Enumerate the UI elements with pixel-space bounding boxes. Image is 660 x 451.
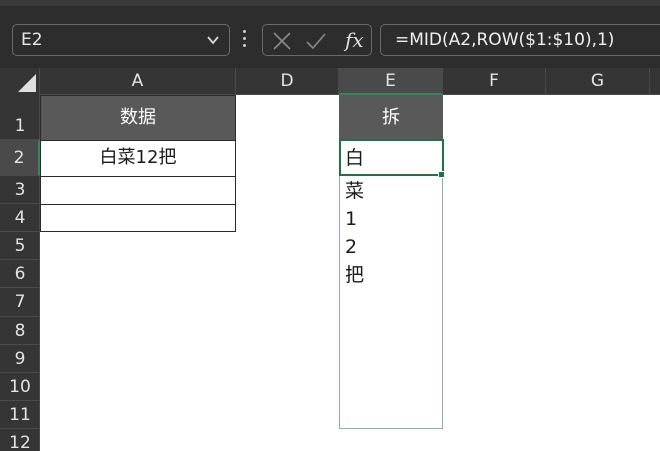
- row-header-7[interactable]: 7: [0, 288, 40, 317]
- table-divider: [40, 140, 236, 141]
- row-header-4[interactable]: 4: [0, 204, 40, 232]
- insert-function-icon[interactable]: fx: [345, 27, 364, 53]
- formula-bar: E2 fx =MID(A2,ROW($1:$10),1): [0, 0, 660, 68]
- row-header-12[interactable]: 12: [0, 429, 40, 451]
- cell-e1[interactable]: 拆: [339, 95, 443, 140]
- name-box[interactable]: E2: [12, 24, 230, 56]
- column-header-f[interactable]: F: [443, 68, 546, 95]
- formula-text: =MID(A2,ROW($1:$10),1): [395, 30, 615, 50]
- row-header-10[interactable]: 10: [0, 373, 40, 401]
- split-result-item[interactable]: 1: [345, 206, 357, 232]
- row-header-2[interactable]: 2: [0, 140, 40, 176]
- split-result-item[interactable]: 把: [345, 262, 364, 288]
- row-header-1[interactable]: 1: [0, 95, 40, 140]
- formula-input[interactable]: =MID(A2,ROW($1:$10),1): [380, 24, 660, 56]
- column-header-d[interactable]: D: [236, 68, 339, 95]
- row-header-11[interactable]: 11: [0, 401, 40, 429]
- row-header-3[interactable]: 3: [0, 176, 40, 204]
- ribbon-edge: [0, 0, 660, 6]
- active-cell-selection[interactable]: [339, 139, 444, 176]
- table-divider: [40, 204, 236, 205]
- row-header-5[interactable]: 5: [0, 232, 40, 260]
- close-icon[interactable]: [271, 30, 293, 52]
- split-result-item[interactable]: 菜: [345, 178, 364, 204]
- column-header-g[interactable]: G: [546, 68, 650, 95]
- row-header-6[interactable]: 6: [0, 260, 40, 288]
- column-header-a[interactable]: A: [40, 68, 236, 95]
- chevron-down-icon[interactable]: [205, 25, 221, 55]
- more-options-icon[interactable]: [243, 30, 247, 50]
- formula-buttons: fx: [262, 24, 372, 56]
- row-header-9[interactable]: 9: [0, 345, 40, 373]
- row-header-8[interactable]: 8: [0, 317, 40, 345]
- table-divider: [40, 176, 236, 177]
- column-header-e[interactable]: E: [339, 68, 443, 95]
- fill-handle[interactable]: [438, 171, 445, 178]
- select-all-icon: [18, 74, 36, 92]
- checkmark-icon[interactable]: [305, 30, 327, 52]
- split-result-item[interactable]: 2: [345, 234, 357, 260]
- data-table-border: [40, 95, 236, 232]
- select-all-button[interactable]: [0, 68, 40, 95]
- name-box-value: E2: [21, 30, 43, 50]
- spreadsheet-window: E2 fx =MID(A2,ROW($1:$10),1) A D E F G 1…: [0, 0, 660, 451]
